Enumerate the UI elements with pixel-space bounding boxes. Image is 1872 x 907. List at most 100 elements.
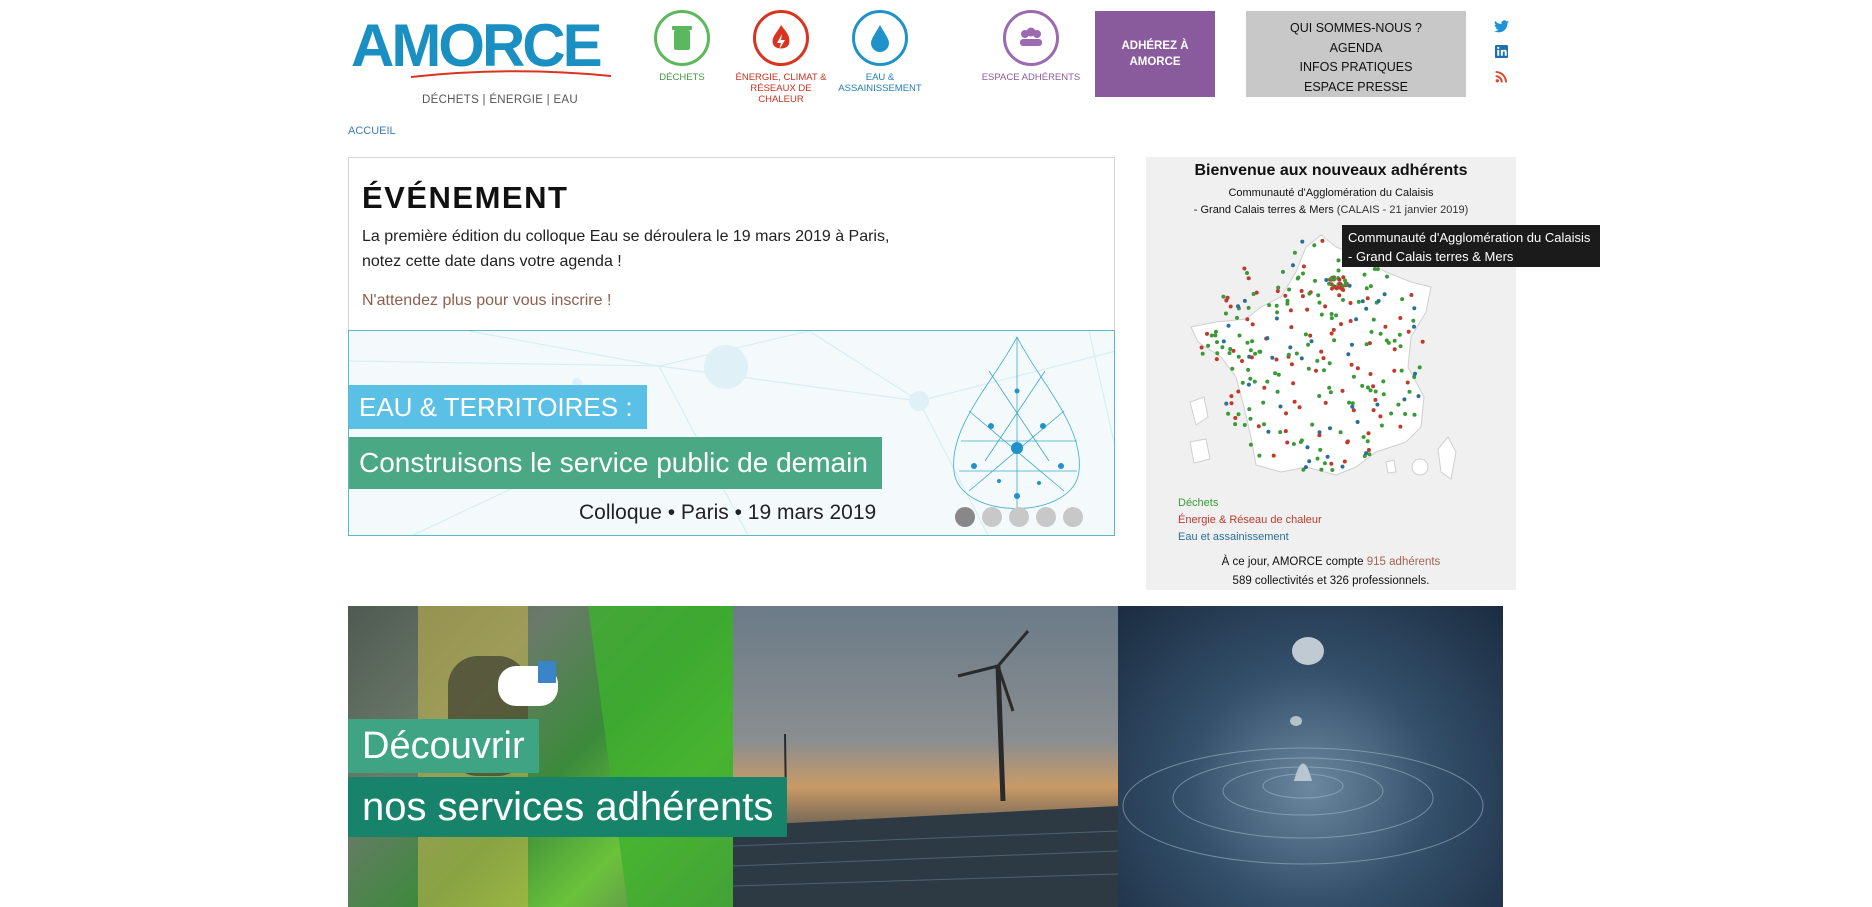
member-dot[interactable] bbox=[1420, 339, 1425, 344]
member-dot[interactable] bbox=[1285, 298, 1290, 303]
menu-item-infos-pratiques[interactable]: INFOS PRATIQUES bbox=[1246, 58, 1466, 78]
member-dot[interactable] bbox=[1403, 412, 1408, 416]
member-dot[interactable] bbox=[1275, 310, 1280, 315]
linkedin-icon[interactable] bbox=[1493, 43, 1509, 59]
member-dot[interactable] bbox=[1213, 329, 1218, 334]
member-dot[interactable] bbox=[1271, 453, 1276, 458]
member-dot[interactable] bbox=[1412, 306, 1417, 311]
member-dot[interactable] bbox=[1276, 372, 1281, 377]
member-dot[interactable] bbox=[1378, 414, 1383, 419]
member-dot[interactable] bbox=[1261, 400, 1266, 405]
member-dot[interactable] bbox=[1319, 467, 1324, 472]
member-dot[interactable] bbox=[1364, 451, 1369, 456]
member-dot[interactable] bbox=[1265, 379, 1270, 384]
member-dot[interactable] bbox=[1343, 281, 1348, 286]
member-dot[interactable] bbox=[1292, 399, 1297, 404]
member-dot[interactable] bbox=[1299, 356, 1304, 361]
member-dot[interactable] bbox=[1227, 351, 1232, 356]
member-dot[interactable] bbox=[1213, 333, 1218, 338]
member-dot[interactable] bbox=[1224, 401, 1229, 406]
member-dot[interactable] bbox=[1339, 322, 1343, 327]
member-dot[interactable] bbox=[1397, 332, 1402, 337]
member-dot[interactable] bbox=[1364, 342, 1369, 347]
member-dot[interactable] bbox=[1233, 416, 1238, 420]
member-dot[interactable] bbox=[1314, 368, 1318, 373]
member-dot[interactable] bbox=[1249, 355, 1254, 360]
member-dot[interactable] bbox=[1248, 348, 1253, 353]
member-dot[interactable] bbox=[1319, 312, 1324, 317]
member-dot[interactable] bbox=[1365, 385, 1370, 390]
member-dot[interactable] bbox=[1267, 303, 1272, 308]
member-dot[interactable] bbox=[1392, 368, 1397, 373]
member-dot[interactable] bbox=[1336, 268, 1341, 273]
member-dot[interactable] bbox=[1316, 293, 1321, 298]
member-dot[interactable] bbox=[1301, 271, 1305, 276]
member-dot[interactable] bbox=[1299, 438, 1304, 443]
member-dot[interactable] bbox=[1327, 361, 1332, 366]
member-dot[interactable] bbox=[1323, 400, 1328, 405]
member-dot[interactable] bbox=[1312, 243, 1317, 248]
member-dot[interactable] bbox=[1347, 400, 1352, 405]
member-dot[interactable] bbox=[1351, 408, 1356, 413]
member-dot[interactable] bbox=[1250, 339, 1255, 344]
member-dot[interactable] bbox=[1265, 336, 1270, 341]
menu-item-espace-presse[interactable]: ESPACE PRESSE bbox=[1246, 78, 1466, 98]
member-dot[interactable] bbox=[1288, 345, 1293, 350]
member-dot[interactable] bbox=[1220, 345, 1225, 350]
member-dot[interactable] bbox=[1373, 397, 1378, 402]
member-dot[interactable] bbox=[1256, 424, 1261, 429]
member-dot[interactable] bbox=[1338, 281, 1343, 286]
member-dot[interactable] bbox=[1351, 374, 1356, 379]
member-dot[interactable] bbox=[1348, 301, 1353, 305]
member-dot[interactable] bbox=[1356, 299, 1361, 304]
member-dot[interactable] bbox=[1236, 389, 1241, 394]
member-dot[interactable] bbox=[1309, 339, 1314, 344]
member-dot[interactable] bbox=[1262, 422, 1266, 427]
member-dot[interactable] bbox=[1360, 383, 1365, 388]
member-dot[interactable] bbox=[1317, 433, 1322, 438]
member-dot[interactable] bbox=[1320, 238, 1325, 243]
event-register-link[interactable]: N'attendez plus pour vous inscrire ! bbox=[362, 292, 611, 310]
member-dot[interactable] bbox=[1221, 339, 1226, 344]
member-dot[interactable] bbox=[1266, 429, 1271, 434]
member-dot[interactable] bbox=[1319, 349, 1324, 354]
member-dot[interactable] bbox=[1350, 404, 1355, 409]
member-dot[interactable] bbox=[1299, 289, 1304, 293]
member-dot[interactable] bbox=[1329, 316, 1334, 321]
member-dot[interactable] bbox=[1240, 380, 1245, 385]
nav-eau[interactable]: EAU & ASSAINISSEMENT bbox=[830, 10, 930, 94]
member-dot[interactable] bbox=[1322, 368, 1326, 373]
member-dot[interactable] bbox=[1327, 385, 1332, 390]
member-dot[interactable] bbox=[1278, 430, 1283, 435]
member-dot[interactable] bbox=[1283, 429, 1288, 434]
member-dot[interactable] bbox=[1317, 394, 1322, 398]
member-dot[interactable] bbox=[1274, 357, 1279, 362]
member-dot[interactable] bbox=[1228, 304, 1233, 309]
member-dot[interactable] bbox=[1294, 351, 1299, 356]
member-dot[interactable] bbox=[1300, 294, 1305, 299]
member-dot[interactable] bbox=[1417, 365, 1422, 370]
member-dot[interactable] bbox=[1329, 276, 1334, 281]
member-dot[interactable] bbox=[1345, 440, 1350, 445]
member-dot[interactable] bbox=[1340, 464, 1345, 469]
member-dot[interactable] bbox=[1297, 405, 1302, 410]
member-dot[interactable] bbox=[1384, 338, 1389, 343]
member-dot[interactable] bbox=[1229, 401, 1234, 406]
member-dot[interactable] bbox=[1354, 317, 1359, 322]
member-dot[interactable] bbox=[1242, 423, 1247, 427]
member-dot[interactable] bbox=[1365, 296, 1370, 301]
services-banner[interactable]: Découvrir nos services adhérents bbox=[348, 606, 1503, 907]
member-dot[interactable] bbox=[1205, 331, 1209, 336]
nav-energie[interactable]: ÉNERGIE, CLIMAT & RÉSEAUX DE CHALEUR bbox=[731, 10, 831, 105]
member-dot[interactable] bbox=[1289, 325, 1294, 330]
member-dot[interactable] bbox=[1323, 304, 1328, 309]
member-dot[interactable] bbox=[1331, 327, 1336, 332]
member-dot[interactable] bbox=[1313, 278, 1317, 283]
member-dot[interactable] bbox=[1236, 304, 1240, 309]
member-dot[interactable] bbox=[1329, 312, 1334, 316]
amorce-logo[interactable]: AMORCE DÉCHETS | ÉNERGIE | EAU bbox=[347, 14, 619, 106]
menu-item-qui-sommes-nous[interactable]: QUI SOMMES-NOUS ? bbox=[1246, 19, 1466, 39]
member-dot[interactable] bbox=[1364, 286, 1369, 291]
member-dot[interactable] bbox=[1382, 292, 1387, 297]
member-dot[interactable] bbox=[1291, 442, 1296, 446]
